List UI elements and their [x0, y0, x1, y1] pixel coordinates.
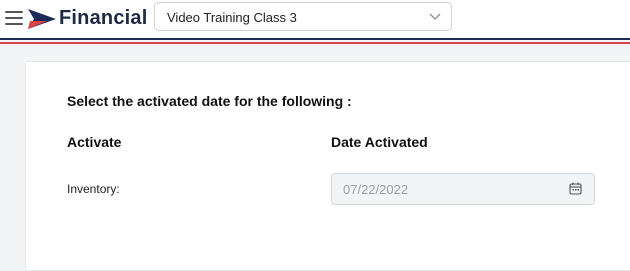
column-header-date-activated: Date Activated	[331, 134, 428, 150]
inventory-label: Inventory:	[67, 182, 120, 196]
hamburger-menu-icon[interactable]	[5, 10, 23, 26]
inventory-date-input: 07/22/2022	[331, 173, 595, 205]
inventory-date-value: 07/22/2022	[343, 182, 409, 197]
header-stripe-red	[0, 42, 630, 44]
top-bar: Financial Video Training Class 3	[0, 0, 630, 38]
company-select[interactable]: Video Training Class 3	[154, 2, 452, 31]
brand-title: Financial	[59, 7, 148, 29]
form-heading: Select the activated date for the follow…	[67, 93, 352, 109]
column-header-activate: Activate	[67, 134, 122, 150]
calendar-icon	[569, 182, 582, 195]
header-stripe-navy	[0, 38, 630, 40]
activation-card: Select the activated date for the follow…	[25, 61, 630, 271]
chevron-down-icon	[429, 13, 441, 20]
company-select-value: Video Training Class 3	[167, 10, 297, 25]
flag-logo-icon	[28, 9, 56, 29]
